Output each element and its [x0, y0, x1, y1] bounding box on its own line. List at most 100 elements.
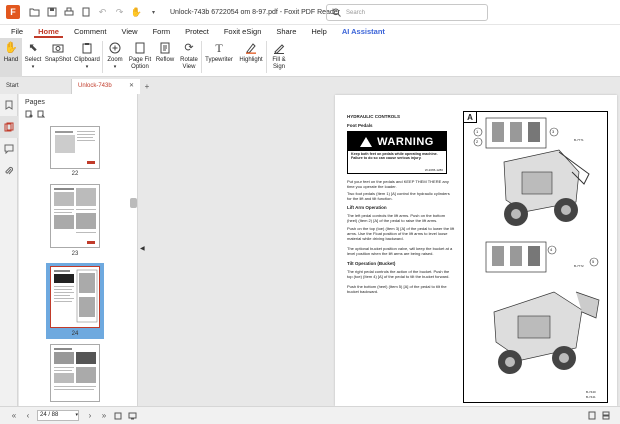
left-nav-rail — [0, 94, 18, 406]
figure-callout: 4 — [550, 247, 553, 252]
hand-icon: ✋ — [4, 41, 18, 54]
rotate-icon: ⟳ — [184, 41, 194, 54]
page-thumbnail[interactable] — [50, 184, 100, 248]
menu-ai-assistant[interactable]: AI Assistant — [338, 25, 389, 38]
pdf-paragraph: The optional bucket position valve, will… — [347, 246, 453, 256]
pages-thumbnails-icon[interactable] — [0, 116, 18, 138]
single-page-view-icon[interactable] — [586, 410, 598, 422]
zoom-button[interactable]: Zoom ▾ — [103, 38, 127, 77]
last-page-icon[interactable]: » — [98, 410, 110, 422]
screen-view-icon[interactable] — [126, 410, 138, 422]
menu-share[interactable]: Share — [272, 25, 300, 38]
select-button[interactable]: ⬉ Select ▾ — [22, 38, 44, 77]
page-thumbnail[interactable] — [50, 126, 100, 169]
warning-body: Keep both feet on pedals while operating… — [351, 152, 438, 161]
figure-code: B-7771 — [574, 138, 584, 142]
warning-triangle-icon — [360, 136, 373, 147]
print-icon[interactable] — [62, 6, 75, 19]
comments-icon[interactable] — [0, 138, 18, 160]
previous-page-icon[interactable]: ‹ — [22, 410, 34, 422]
fill-sign-button[interactable]: Fill & Sign — [267, 38, 291, 77]
pdf-paragraph: Two foot pedals (Item 1) [A] control the… — [347, 191, 450, 201]
pdf-section-heading: Tilt Operation (Bucket) — [347, 261, 396, 266]
page-dropdown-icon: ▾ — [75, 412, 78, 418]
menu-home[interactable]: Home — [34, 25, 63, 38]
close-tab-icon[interactable]: ✕ — [129, 79, 134, 94]
next-page-icon[interactable]: › — [84, 410, 96, 422]
page-fit-icon — [133, 41, 147, 55]
warning-header: WARNING — [348, 132, 446, 151]
pages-scrollbar-thumb[interactable] — [130, 198, 137, 208]
pdf-paragraph: Push the bottom (heel) (Item 5) [A] of t… — [347, 284, 447, 294]
first-page-icon[interactable]: « — [8, 410, 20, 422]
highlight-button[interactable]: Highlight — [236, 38, 266, 77]
pages-panel: Pages 22 23 24 — [19, 94, 138, 406]
menu-comment[interactable]: Comment — [70, 25, 111, 38]
thumbnail-label: 23 — [71, 251, 79, 257]
pages-panel-tools — [25, 110, 45, 120]
hand-button[interactable]: ✋ Hand — [0, 38, 22, 77]
clipboard-button[interactable]: Clipboard ▾ — [72, 38, 102, 77]
customize-dropdown-icon[interactable]: ▾ — [147, 6, 160, 19]
reflow-icon — [158, 41, 172, 55]
page-options-icon[interactable] — [25, 110, 33, 120]
typewriter-button[interactable]: T Typewriter — [202, 38, 236, 77]
menu-protect[interactable]: Protect — [181, 25, 213, 38]
thumbnail-label: 22 — [71, 171, 79, 177]
tab-start[interactable]: Start — [0, 79, 72, 94]
hand-tool-dropdown-icon[interactable]: ✋ — [130, 6, 143, 19]
warning-box: WARNING Keep both feet on pedals while o… — [347, 131, 447, 174]
zoom-dropdown-icon: ▾ — [113, 64, 117, 70]
undo-icon[interactable]: ↶ — [96, 6, 109, 19]
menu-view[interactable]: View — [117, 25, 141, 38]
clipboard-dropdown-icon: ▾ — [85, 64, 89, 70]
select-dropdown-icon: ▾ — [31, 64, 35, 70]
pen-sign-icon — [272, 41, 286, 55]
document-tabs: Start Unlock-743b 672205... ✕ + — [0, 79, 620, 104]
pdf-page: HYDRAULIC CONTROLS Foot Pedals WARNING K… — [335, 95, 617, 406]
collapse-panel-icon[interactable]: ◀ — [140, 245, 145, 252]
snapshot-button[interactable]: SnapShot — [44, 38, 72, 77]
search-icon — [332, 8, 342, 18]
figure-a: A 1 2 3 4 5 B-7771 B-7772 B-7440 B-7441 — [463, 111, 608, 403]
page-thumbnail-selected[interactable] — [50, 266, 100, 328]
menu-foxit-esign[interactable]: Foxit eSign — [220, 25, 266, 38]
menu-form[interactable]: Form — [149, 25, 175, 38]
search-box[interactable]: Search — [326, 4, 488, 21]
search-placeholder: Search — [346, 9, 366, 16]
figure-callout: 5 — [592, 259, 595, 264]
page-number-field[interactable]: 24 / 88 ▾ — [37, 410, 79, 421]
foxit-logo-icon: F — [6, 5, 20, 19]
continuous-view-icon[interactable] — [600, 410, 612, 422]
pdf-paragraph: The right pedal controls the action of t… — [347, 269, 450, 279]
document-canvas[interactable]: HYDRAULIC CONTROLS Foot Pedals WARNING K… — [145, 94, 620, 406]
page-number-value: 24 / 88 — [40, 412, 59, 418]
tab-document[interactable]: Unlock-743b 672205... ✕ — [72, 79, 140, 104]
redo-icon[interactable]: ↷ — [113, 6, 126, 19]
thumbnail-label: 24 — [71, 331, 79, 337]
warning-title: WARNING — [377, 135, 434, 148]
bookmark-icon[interactable] — [0, 94, 18, 116]
page-fit-option-button[interactable]: Page Fit Option — [127, 38, 153, 77]
page-thumbnail[interactable] — [50, 344, 100, 402]
new-tab-icon[interactable]: + — [140, 79, 154, 94]
quick-access-toolbar: ↶ ↷ ✋ ▾ — [28, 6, 160, 19]
fit-to-page-icon[interactable] — [112, 410, 124, 422]
menu-help[interactable]: Help — [307, 25, 330, 38]
open-folder-icon[interactable] — [28, 6, 41, 19]
pages-panel-title: Pages — [25, 99, 45, 106]
pdf-subheading: Foot Pedals — [347, 123, 373, 128]
pdf-heading: HYDRAULIC CONTROLS — [347, 114, 400, 119]
menu-file[interactable]: File — [7, 25, 27, 38]
figure-callout: 3 — [552, 129, 555, 134]
thumbnail-zoom-icon[interactable] — [37, 110, 45, 120]
rotate-view-button[interactable]: ⟳ Rotate View — [177, 38, 201, 77]
reflow-button[interactable]: Reflow — [153, 38, 177, 77]
new-document-icon[interactable] — [79, 6, 92, 19]
document-title: Unlock-743b 6722054 om 8-97.pdf - Foxit … — [170, 8, 341, 16]
save-icon[interactable] — [45, 6, 58, 19]
pdf-paragraph: Push on the top (toe) (Item 3) [A] of th… — [347, 226, 455, 241]
typewriter-icon: T — [215, 40, 223, 55]
pdf-paragraph: Put your feet on the pedals and KEEP THE… — [347, 179, 449, 189]
attachment-icon[interactable] — [0, 160, 18, 182]
